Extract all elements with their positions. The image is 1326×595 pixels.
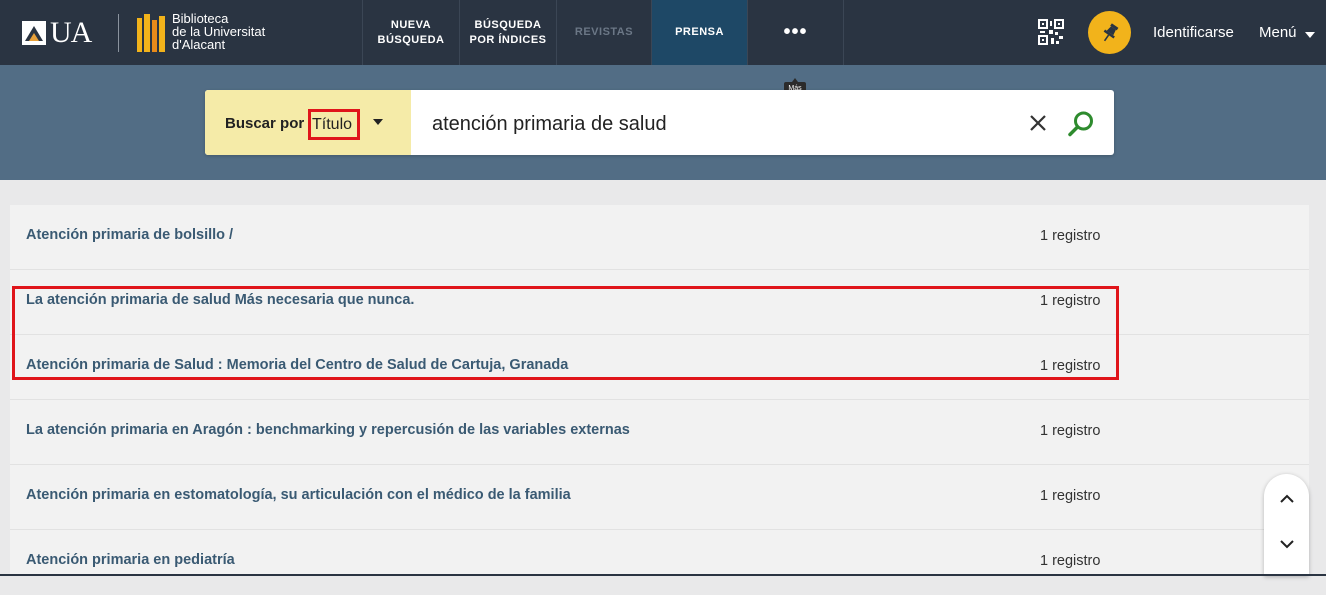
nav-index-search[interactable]: BÚSQUEDA POR ÍNDICES — [459, 0, 556, 65]
list-item[interactable]: La atención primaria en Aragón : benchma… — [10, 400, 1309, 465]
chevron-down-icon — [1304, 31, 1315, 38]
result-title[interactable]: Atención primaria de bolsillo / — [26, 227, 233, 243]
result-count: 1 registro — [1040, 293, 1101, 309]
nav-label: POR ÍNDICES — [469, 33, 547, 46]
list-item[interactable]: Atención primaria en pediatría 1 registr… — [10, 530, 1309, 595]
result-count: 1 registro — [1040, 488, 1101, 504]
scroll-nav — [1264, 474, 1309, 576]
list-item[interactable]: La atención primaria de salud Más necesa… — [10, 270, 1309, 335]
list-item[interactable]: Atención primaria de Salud : Memoria del… — [10, 335, 1309, 400]
top-bar: UA Biblioteca de la Universitat d'Alacan… — [0, 0, 1326, 65]
search-input[interactable] — [430, 108, 1024, 140]
logo-divider — [118, 14, 119, 52]
search-by-label: Buscar por — [225, 115, 305, 132]
chevron-down-icon — [1279, 540, 1294, 549]
scroll-up-button[interactable] — [1264, 484, 1309, 514]
scroll-down-button[interactable] — [1264, 529, 1309, 559]
nav-more-button[interactable]: ••• — [747, 0, 843, 65]
menu-label: Menú — [1259, 24, 1297, 41]
search-icon[interactable] — [1067, 110, 1095, 138]
nav-divider — [843, 0, 844, 65]
login-link[interactable]: Identificarse — [1153, 24, 1234, 41]
more-dots-icon: ••• — [783, 21, 808, 43]
pushpin-icon — [1103, 22, 1118, 41]
nav-new-search[interactable]: NUEVA BÚSQUEDA — [362, 0, 459, 65]
search-field-selector[interactable]: Buscar por Título — [205, 90, 411, 155]
result-title[interactable]: Atención primaria en estomatología, su a… — [26, 487, 571, 503]
result-count: 1 registro — [1040, 358, 1101, 374]
qr-code-icon[interactable] — [1038, 19, 1064, 45]
search-by-value[interactable]: Título — [308, 109, 360, 140]
nav-journals[interactable]: REVISTAS — [556, 0, 651, 65]
nav-label: PRENSA — [675, 26, 724, 38]
nav-press[interactable]: PRENSA — [651, 0, 747, 65]
nav-label: BÚSQUEDA — [474, 18, 542, 31]
ua-logo-text: UA — [50, 16, 92, 49]
list-item[interactable]: Atención primaria de bolsillo / 1 regist… — [10, 205, 1309, 270]
results-list: Atención primaria de bolsillo / 1 regist… — [10, 205, 1309, 576]
caret-down-icon[interactable] — [373, 119, 383, 125]
ua-logo-mark-icon — [22, 21, 46, 45]
search-box: Buscar por Título — [205, 90, 1114, 155]
result-count: 1 registro — [1040, 553, 1101, 569]
nav-label: REVISTAS — [574, 26, 634, 38]
close-icon[interactable] — [1028, 113, 1048, 133]
result-count: 1 registro — [1040, 228, 1101, 244]
result-title[interactable]: La atención primaria de salud Más necesa… — [26, 292, 414, 308]
result-title[interactable]: La atención primaria en Aragón : benchma… — [26, 422, 630, 438]
main-nav: NUEVA BÚSQUEDA BÚSQUEDA POR ÍNDICES REVIST… — [362, 0, 844, 65]
result-count: 1 registro — [1040, 423, 1101, 439]
library-name-line: d'Alacant — [172, 37, 226, 52]
pin-button[interactable] — [1088, 11, 1131, 54]
nav-label: NUEVA — [390, 18, 432, 31]
result-title[interactable]: Atención primaria en pediatría — [26, 552, 235, 568]
ua-logo[interactable]: UA — [22, 16, 92, 49]
nav-label: BÚSQUEDA — [377, 33, 445, 46]
library-name[interactable]: Biblioteca de la Universitat d'Alacant — [172, 12, 292, 51]
list-item[interactable]: Atención primaria en estomatología, su a… — [10, 465, 1309, 530]
library-books-icon — [137, 14, 165, 52]
chevron-up-icon — [1279, 494, 1294, 503]
result-title[interactable]: Atención primaria de Salud : Memoria del… — [26, 357, 568, 373]
menu-button[interactable]: Menú — [1259, 24, 1315, 41]
